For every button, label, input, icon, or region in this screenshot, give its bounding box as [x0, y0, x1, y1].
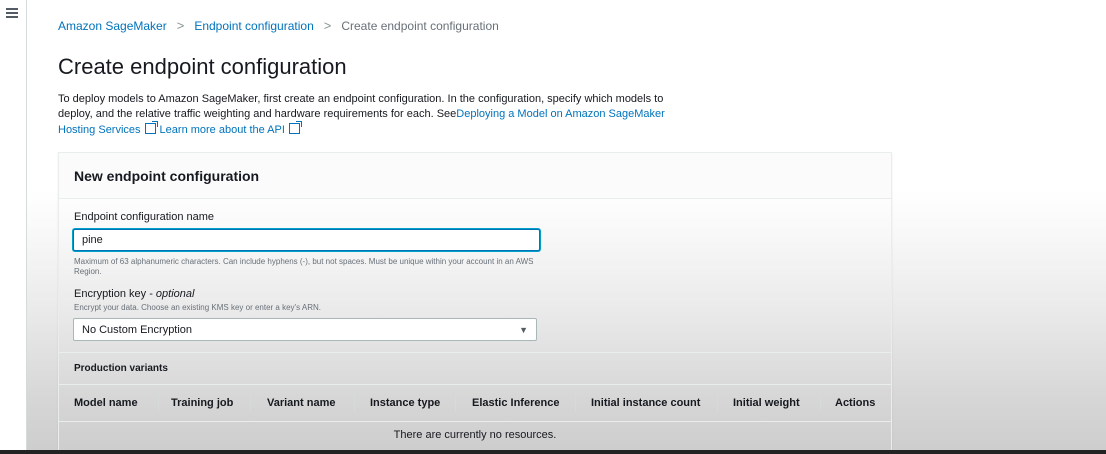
encryption-key-label: Encryption key - optional	[74, 288, 194, 300]
encryption-key-hint: Encrypt your data. Choose an existing KM…	[74, 303, 321, 312]
column-header-training-job[interactable]: Training job	[171, 384, 251, 421]
column-divider	[820, 394, 821, 411]
breadcrumb-sagemaker-link[interactable]: Amazon SageMaker	[58, 19, 167, 33]
side-navigation-rail	[0, 0, 27, 450]
breadcrumb: Amazon SageMaker > Endpoint configuratio…	[58, 18, 499, 33]
new-endpoint-configuration-panel: New endpoint configuration Endpoint conf…	[58, 152, 892, 451]
encryption-key-optional: optional	[155, 288, 195, 300]
column-header-variant-name[interactable]: Variant name	[267, 384, 355, 421]
column-header-actions-label: Actions	[835, 396, 876, 409]
production-variants-table-header: Model name Training job Variant name Ins…	[59, 384, 891, 422]
column-header-model-name[interactable]: Model name	[74, 384, 159, 421]
column-header-initial-instance-count[interactable]: Initial instance count	[591, 384, 718, 421]
column-header-instance-type[interactable]: Instance type	[370, 384, 456, 421]
column-divider	[158, 394, 159, 411]
column-header-initial-weight[interactable]: Initial weight	[733, 384, 821, 421]
column-header-elastic-inference-label: Elastic Inference	[472, 396, 560, 409]
encryption-key-select[interactable]: No Custom Encryption ▼	[73, 318, 537, 341]
external-link-icon	[144, 121, 158, 134]
column-divider	[575, 394, 576, 411]
column-divider	[717, 394, 718, 411]
page-title: Create endpoint configuration	[58, 54, 347, 79]
encryption-key-selected-value: No Custom Encryption	[82, 323, 193, 336]
caret-down-icon: ▼	[519, 324, 528, 335]
column-divider	[455, 394, 456, 411]
breadcrumb-separator: >	[176, 18, 185, 33]
external-link-icon	[288, 121, 302, 134]
page-description: To deploy models to Amazon SageMaker, fi…	[58, 92, 688, 138]
column-header-instance-type-label: Instance type	[370, 396, 441, 409]
column-header-training-job-label: Training job	[171, 396, 234, 409]
column-header-model-name-label: Model name	[74, 396, 138, 409]
breadcrumb-endpoint-configuration-link[interactable]: Endpoint configuration	[194, 19, 313, 33]
empty-table-message: There are currently no resources.	[393, 429, 557, 441]
column-divider	[354, 394, 355, 411]
breadcrumb-current: Create endpoint configuration	[341, 18, 499, 33]
endpoint-config-name-label: Endpoint configuration name	[74, 211, 215, 223]
column-header-elastic-inference[interactable]: Elastic Inference	[472, 384, 576, 421]
column-header-initial-weight-label: Initial weight	[733, 396, 800, 409]
production-variants-title: Production variants	[74, 363, 168, 374]
production-variants-header: Production variants	[59, 352, 891, 385]
column-header-initial-instance-count-label: Initial instance count	[591, 396, 701, 409]
learn-more-api-link-label: Learn more about the API	[159, 124, 285, 136]
panel-title: New endpoint configuration	[74, 167, 260, 184]
encryption-key-label-text: Encryption key -	[74, 288, 156, 300]
learn-more-api-link[interactable]: Learn more about the API	[159, 121, 304, 136]
endpoint-config-name-hint: Maximum of 63 alphanumeric characters. C…	[74, 257, 534, 276]
endpoint-config-name-input[interactable]	[73, 229, 540, 251]
panel-header: New endpoint configuration	[59, 153, 891, 199]
column-divider	[250, 394, 251, 411]
column-header-actions: Actions	[835, 384, 885, 421]
column-header-variant-name-label: Variant name	[267, 396, 336, 409]
hamburger-menu-icon[interactable]	[6, 8, 18, 18]
bottom-border-bar	[0, 450, 1106, 454]
breadcrumb-separator: >	[323, 18, 332, 33]
